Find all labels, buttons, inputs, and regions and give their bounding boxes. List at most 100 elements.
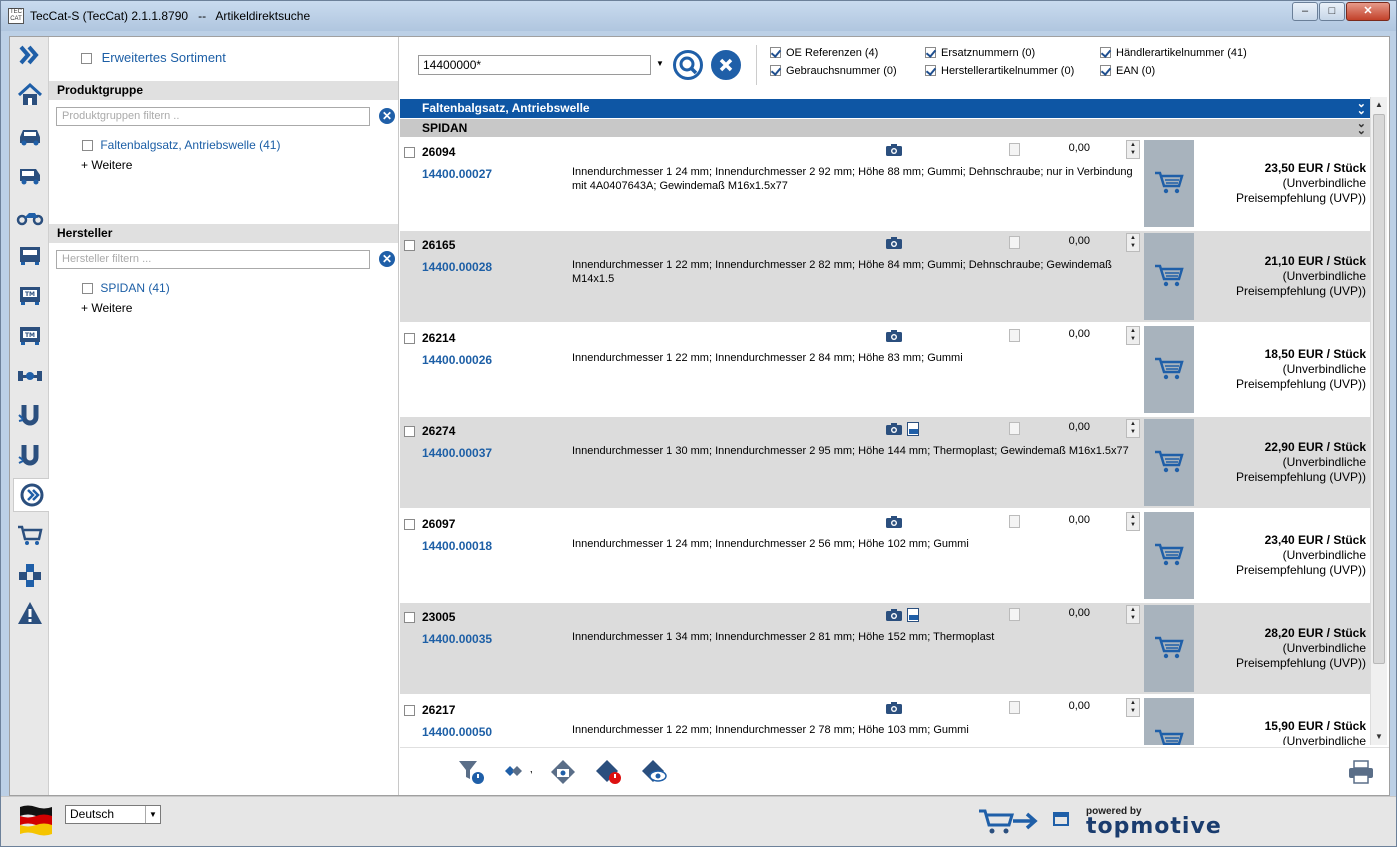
article-number-link[interactable]: 14400.00028 (422, 260, 492, 274)
cart-icon[interactable] (16, 521, 44, 549)
article-number-link[interactable]: 14400.00027 (422, 167, 492, 181)
add-to-cart-button[interactable] (1144, 605, 1194, 692)
quantity-stepper[interactable]: ▲ ▼ (1126, 233, 1140, 252)
article-checkbox[interactable] (404, 426, 415, 437)
truck-icon[interactable] (16, 241, 44, 269)
option-checkbox[interactable] (1100, 47, 1111, 58)
expand-icon[interactable] (16, 41, 44, 69)
manufacturer-label[interactable]: SPIDAN (41) (100, 281, 169, 295)
pdf-icon[interactable] (907, 422, 920, 436)
collapse-manufacturer-icon[interactable]: ⌄ ⌄ (1357, 119, 1366, 137)
document-icon[interactable] (1009, 422, 1020, 435)
manufacturer-bar[interactable]: SPIDAN ⌄ ⌄ (400, 119, 1370, 137)
article-row[interactable]: 26097 14400.00018 Innendurchmesser 1 24 mm… (400, 510, 1370, 601)
language-select[interactable]: Deutsch ▼ (65, 805, 161, 824)
article-row[interactable]: 26217 14400.00050 Innendurchmesser 1 22 mm… (400, 696, 1370, 745)
add-to-cart-button[interactable] (1144, 698, 1194, 745)
camera-icon[interactable] (885, 701, 903, 715)
magnet2-icon[interactable] (16, 441, 44, 469)
option-usage-number[interactable]: Gebrauchsnummer (0) (770, 65, 897, 77)
document-icon[interactable] (1009, 515, 1020, 528)
manufacturer-more-link[interactable]: + Weitere (81, 301, 132, 315)
camera-icon[interactable] (885, 329, 903, 343)
search-input[interactable]: 14400000* (418, 55, 651, 75)
minimize-button[interactable]: – (1292, 2, 1318, 21)
quantity-stepper[interactable]: ▲ ▼ (1126, 326, 1140, 345)
article-checkbox[interactable] (404, 147, 415, 158)
article-row[interactable]: 23005 14400.00035 Innendurchmesser 1 34 mm… (400, 603, 1370, 694)
add-to-cart-button[interactable] (1144, 512, 1194, 599)
magnet-icon[interactable] (16, 401, 44, 429)
product-group-filter-input[interactable]: Produktgruppen filtern .. (56, 107, 370, 126)
document-icon[interactable] (1009, 236, 1020, 249)
truck-tm2-icon[interactable]: TM (16, 321, 44, 349)
motorcycle-icon[interactable] (16, 201, 44, 229)
document-icon[interactable] (1009, 329, 1020, 342)
option-oe-references[interactable]: OE Referenzen (4) (770, 47, 878, 59)
quantity-value[interactable]: 0,00 (1060, 700, 1090, 712)
quantity-value[interactable]: 0,00 (1060, 607, 1090, 619)
quantity-value[interactable]: 0,00 (1060, 421, 1090, 433)
quantity-value[interactable]: 0,00 (1060, 514, 1090, 526)
camera-icon[interactable] (885, 515, 903, 529)
image-view-button[interactable] (548, 758, 578, 786)
document-icon[interactable] (1009, 701, 1020, 714)
quantity-stepper[interactable]: ▲ ▼ (1126, 419, 1140, 438)
article-checkbox[interactable] (404, 519, 415, 530)
camera-icon[interactable] (885, 143, 903, 157)
article-number-link[interactable]: 14400.00018 (422, 539, 492, 553)
search-button[interactable] (673, 50, 703, 80)
article-row[interactable]: 26274 14400.00037 Innendurchmesser 1 30 mm… (400, 417, 1370, 508)
quantity-value[interactable]: 0,00 (1060, 142, 1090, 154)
axle-icon[interactable] (16, 361, 44, 389)
manufacturer-item[interactable]: SPIDAN (41) (82, 281, 170, 295)
add-to-cart-button[interactable] (1144, 140, 1194, 227)
option-checkbox[interactable] (925, 65, 936, 76)
clear-manufacturer-filter-icon[interactable]: ✕ (379, 251, 395, 267)
manufacturer-checkbox[interactable] (82, 283, 93, 295)
close-button[interactable]: ✕ (1346, 2, 1390, 21)
search-history-dropdown[interactable]: ▼ (656, 59, 664, 68)
car-icon[interactable] (16, 121, 44, 149)
option-checkbox[interactable] (925, 47, 936, 58)
home-icon[interactable] (16, 81, 44, 109)
camera-icon[interactable] (885, 236, 903, 250)
view-mode-dropdown[interactable]: ▼ (502, 758, 536, 786)
article-row[interactable]: 26214 14400.00026 Innendurchmesser 1 22 mm… (400, 324, 1370, 415)
option-checkbox[interactable] (770, 47, 781, 58)
article-row[interactable]: 26165 14400.00028 Innendurchmesser 1 22 mm… (400, 231, 1370, 322)
option-dealer-article-number[interactable]: Händlerartikelnummer (41) (1100, 47, 1247, 59)
van-icon[interactable] (16, 161, 44, 189)
warning-icon[interactable] (16, 599, 44, 627)
article-checkbox[interactable] (404, 240, 415, 251)
quantity-value[interactable]: 0,00 (1060, 328, 1090, 340)
chevron-down-icon[interactable]: ▼ (145, 806, 160, 823)
window-layout-icon[interactable] (1053, 812, 1069, 826)
maximize-button[interactable]: □ (1319, 2, 1345, 21)
quantity-stepper[interactable]: ▲ ▼ (1126, 140, 1140, 159)
document-icon[interactable] (1009, 608, 1020, 621)
extended-range-label[interactable]: Erweitertes Sortiment (102, 50, 226, 65)
product-group-checkbox[interactable] (82, 140, 93, 152)
eye-diamond-button[interactable] (640, 758, 670, 786)
extended-range-checkbox[interactable] (81, 53, 92, 65)
quantity-stepper[interactable]: ▲ ▼ (1126, 605, 1140, 624)
pdf-icon[interactable] (907, 608, 920, 622)
option-replacement-numbers[interactable]: Ersatznummern (0) (925, 47, 1035, 59)
scroll-thumb[interactable] (1373, 114, 1385, 664)
article-checkbox[interactable] (404, 612, 415, 623)
add-to-cart-button[interactable] (1144, 326, 1194, 413)
article-checkbox[interactable] (404, 705, 415, 716)
add-to-cart-button[interactable] (1144, 419, 1194, 506)
article-number-link[interactable]: 14400.00050 (422, 725, 492, 739)
clear-product-group-filter-icon[interactable]: ✕ (379, 108, 395, 124)
article-row[interactable]: 26094 14400.00027 Innendurchmesser 1 24 mm… (400, 138, 1370, 229)
quantity-value[interactable]: 0,00 (1060, 235, 1090, 247)
add-to-cart-button[interactable] (1144, 233, 1194, 320)
clear-search-button[interactable] (711, 50, 741, 80)
article-number-link[interactable]: 14400.00035 (422, 632, 492, 646)
direct-search-icon[interactable] (13, 478, 49, 512)
product-group-label[interactable]: Faltenbalgsatz, Antriebswelle (41) (100, 138, 280, 152)
article-number-link[interactable]: 14400.00037 (422, 446, 492, 460)
product-group-bar[interactable]: Faltenbalgsatz, Antriebswelle ⌄ ⌄ (400, 99, 1370, 118)
